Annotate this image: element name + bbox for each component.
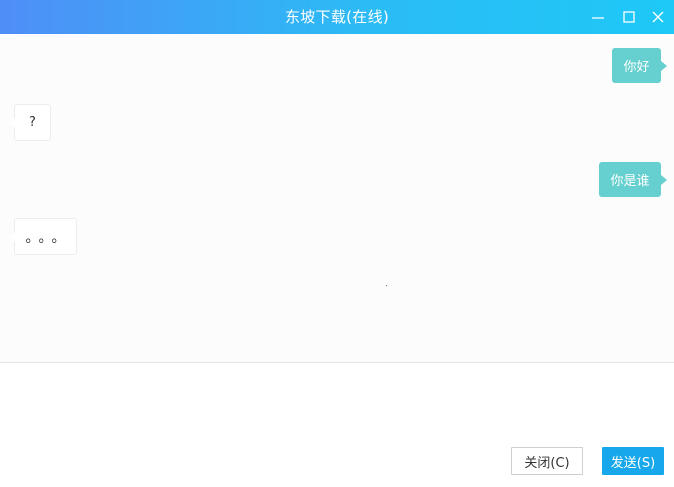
message-bubble-outgoing: 你好 [612,48,667,83]
message-bubble-incoming: ? [10,104,51,141]
window-title: 东坡下载(在线) [284,8,390,26]
minimize-icon [592,17,604,19]
stray-dot [386,285,387,286]
message-bubble-outgoing: 你是谁 [599,162,667,197]
chat-window: 东坡下载(在线) 你好 ? 你是谁 。。。 关闭(C) 发送(S) [0,0,674,487]
message-bubble-incoming: 。。。 [10,218,77,255]
maximize-icon [623,11,635,23]
close-button[interactable] [649,8,667,26]
maximize-button[interactable] [620,8,638,26]
message-input[interactable] [10,369,668,439]
title-bar[interactable]: 东坡下载(在线) [0,0,674,34]
minimize-button[interactable] [589,8,607,26]
close-icon [652,11,664,23]
message-area[interactable]: 你好 ? 你是谁 。。。 [0,34,674,362]
send-button[interactable]: 发送(S) [602,447,664,475]
close-dialog-button[interactable]: 关闭(C) [511,447,583,475]
input-area: 关闭(C) 发送(S) [0,363,674,487]
